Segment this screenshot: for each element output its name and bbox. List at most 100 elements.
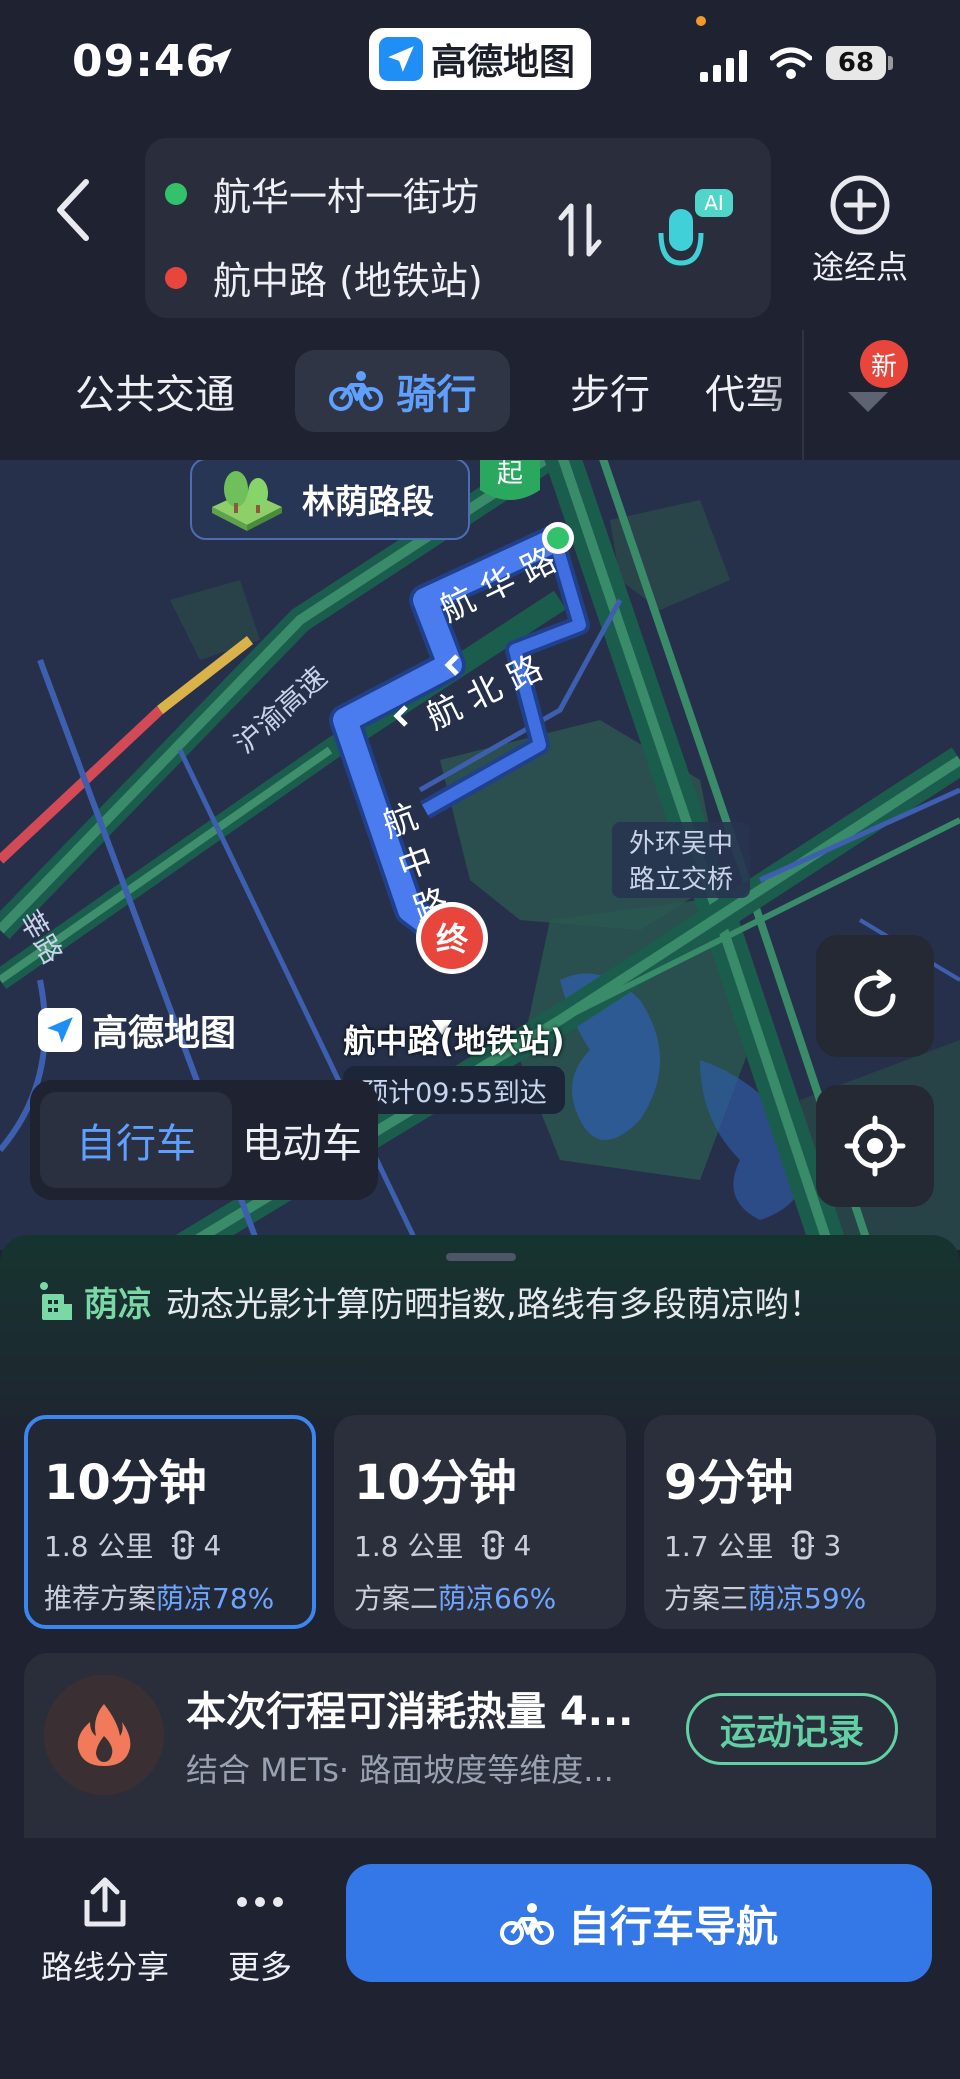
tabs-divider	[802, 330, 804, 460]
plan-name: 推荐方案	[44, 1582, 157, 1615]
traffic-light-icon	[482, 1530, 505, 1560]
route-sheet: 荫凉 动态光影计算防晒指数,路线有多段荫凉哟！ 10分钟 1.8 公里 4 推荐方…	[0, 1235, 960, 1845]
start-bike-navigation-label: 自行车导航	[567, 1901, 778, 1951]
tab-cycling[interactable]: 骑行	[295, 350, 510, 432]
vehicle-bicycle-option[interactable]: 自行车	[40, 1092, 232, 1188]
plan-shade-word: 荫凉	[438, 1582, 495, 1615]
shade-segment-callout[interactable]: 林荫路段	[190, 460, 470, 540]
shade-tip-brand: 荫凉	[84, 1285, 152, 1325]
tab-walking[interactable]: 步行	[555, 350, 665, 432]
refresh-button[interactable]	[816, 935, 934, 1057]
plan-meta: 1.7 公里 3	[664, 1525, 916, 1565]
vehicle-type-toggle: 自行车 电动车	[30, 1080, 378, 1200]
exercise-record-button[interactable]: 运动记录	[686, 1693, 898, 1765]
plan-distance: 1.7 公里	[664, 1530, 774, 1563]
plan-name: 方案二	[354, 1582, 439, 1615]
interchange-line-2: 路立交桥	[628, 865, 733, 895]
plan-traffic-lights: 4	[203, 1528, 222, 1562]
traffic-light-icon	[792, 1530, 815, 1560]
plan-shade-pct: 66%	[494, 1582, 557, 1615]
refresh-icon	[854, 969, 896, 1017]
app-switch-pill[interactable]: 高德地图	[369, 28, 591, 90]
start-dot	[165, 182, 187, 205]
start-point-text: 航华一村一街坊	[213, 175, 480, 219]
calorie-title: 本次行程可消耗热量 4...	[186, 1689, 634, 1735]
crosshair-icon	[844, 1115, 906, 1177]
amap-logo-icon	[38, 1008, 82, 1052]
plan-shade-word: 荫凉	[156, 1582, 213, 1615]
battery-indicator: 68	[826, 46, 886, 80]
swap-direction-icon[interactable]	[555, 198, 605, 262]
waypoint-label: 途经点	[811, 248, 908, 286]
route-plan-card[interactable]: 10分钟 1.8 公里 4 方案二荫凉66%	[334, 1415, 626, 1629]
app-name: 高德地图	[431, 42, 576, 83]
share-route-button[interactable]: 路线分享	[30, 1874, 180, 1988]
watermark-text: 高德地图	[92, 1013, 237, 1054]
plan-traffic-lights: 4	[513, 1528, 532, 1562]
locate-me-button[interactable]	[816, 1085, 934, 1207]
tab-cycling-label: 骑行	[396, 372, 477, 418]
plan-shade-pct: 78%	[212, 1582, 275, 1615]
bottom-action-bar: 路线分享 更多 自行车导航	[0, 1838, 960, 2079]
interchange-label: 外环吴中 路立交桥	[612, 822, 750, 898]
start-marker-text: 起	[497, 460, 523, 489]
amap-logo-icon	[379, 37, 423, 81]
flame-icon	[44, 1675, 164, 1795]
more-dots-icon	[237, 1897, 283, 1907]
shade-segment-text: 林荫路段	[302, 482, 434, 521]
status-time: 09:46	[72, 36, 218, 87]
map-watermark: 高德地图	[38, 1004, 236, 1056]
plan-label: 方案三荫凉59%	[664, 1577, 916, 1617]
more-button[interactable]: 更多	[200, 1874, 320, 1988]
route-plan-card[interactable]: 10分钟 1.8 公里 4 推荐方案荫凉78%	[24, 1415, 316, 1629]
route-plan-card[interactable]: 9分钟 1.7 公里 3 方案三荫凉59%	[644, 1415, 936, 1629]
ai-voice-icon[interactable]: AI	[655, 183, 735, 273]
plan-time: 10分钟	[44, 1455, 207, 1511]
plan-shade-word: 荫凉	[748, 1582, 805, 1615]
battery-tip	[888, 56, 893, 70]
wifi-icon	[770, 47, 812, 79]
plan-distance: 1.8 公里	[354, 1530, 464, 1563]
calorie-card[interactable]: 本次行程可消耗热量 4... 结合 METs· 路面坡度等维度... 运动记录	[24, 1653, 936, 1845]
bicycle-icon	[499, 1903, 554, 1945]
plan-meta: 1.8 公里 4	[354, 1525, 606, 1565]
travel-mode-tabs: 公共交通 骑行 步行 代驾 新	[0, 330, 960, 460]
tree-icon	[212, 471, 282, 531]
map-view[interactable]: 航 华 路 航 北 路 航 中 路 沪渝高速 莘路 起 终 林荫路段 外环吴中 …	[0, 460, 960, 1250]
plan-time: 9分钟	[664, 1455, 794, 1511]
plan-label: 方案二荫凉66%	[354, 1577, 606, 1617]
end-marker-text: 终	[436, 920, 469, 958]
ai-badge: AI	[704, 191, 724, 215]
end-point-text: 航中路 (地铁站)	[213, 259, 483, 303]
end-dot	[165, 266, 187, 289]
plan-label: 推荐方案荫凉78%	[44, 1577, 296, 1617]
calorie-subtitle: 结合 METs· 路面坡度等维度...	[186, 1751, 614, 1789]
bicycle-icon	[328, 371, 383, 411]
shade-tip: 荫凉 动态光影计算防晒指数,路线有多段荫凉哟！	[36, 1277, 926, 1333]
route-header: 航华一村一街坊 航中路 (地铁站) AI 途经点	[0, 130, 960, 330]
cellular-signal-icon	[700, 50, 747, 82]
tab-transit[interactable]: 公共交通	[60, 350, 250, 432]
start-point-field[interactable]: 航华一村一街坊	[165, 166, 479, 221]
sheet-drag-handle[interactable]	[446, 1253, 516, 1261]
route-inputs: 航华一村一街坊 航中路 (地铁站) AI	[145, 138, 771, 318]
interchange-line-1: 外环吴中	[628, 829, 733, 859]
tabs-fade	[760, 330, 820, 460]
plan-traffic-lights: 3	[823, 1528, 842, 1562]
plan-shade-pct: 59%	[804, 1582, 867, 1615]
share-route-label: 路线分享	[40, 1948, 169, 1986]
add-waypoint-button[interactable]: 途经点	[800, 174, 920, 314]
location-arrow-icon	[206, 48, 232, 74]
share-icon	[84, 1877, 126, 1927]
shade-tip-text: 动态光影计算防晒指数,路线有多段荫凉哟！	[166, 1285, 823, 1325]
plan-meta: 1.8 公里 4	[44, 1525, 296, 1565]
destination-name: 航中路(地铁站)	[343, 1022, 565, 1060]
vehicle-ebike-option[interactable]: 电动车	[232, 1092, 372, 1188]
new-badge: 新	[860, 340, 908, 388]
plus-circle-icon	[830, 175, 890, 235]
end-point-field[interactable]: 航中路 (地铁站)	[165, 250, 483, 305]
plan-name: 方案三	[664, 1582, 749, 1615]
start-bike-navigation-button[interactable]: 自行车导航	[346, 1864, 932, 1982]
status-bar: 09:46 高德地图 68	[0, 0, 960, 130]
back-icon[interactable]	[44, 160, 104, 260]
